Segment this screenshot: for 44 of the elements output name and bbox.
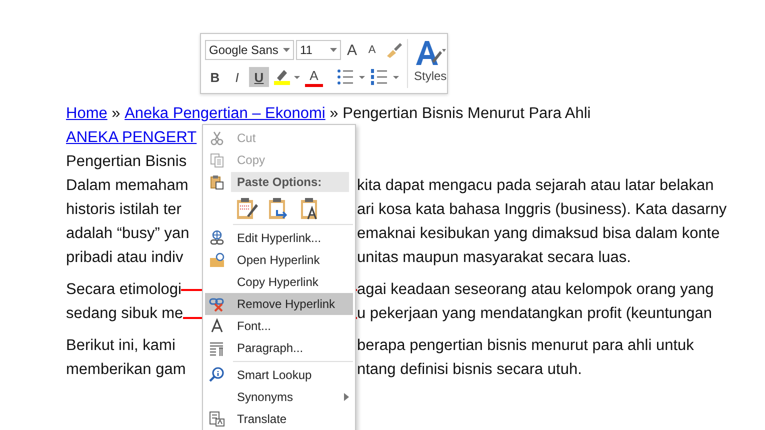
broken-link-icon [209,296,225,312]
caret-icon [330,48,337,52]
clipboard-icon [209,174,225,190]
menu-item[interactable]: Remove Hyperlink [205,293,353,315]
menu-item[interactable]: Paragraph... [205,337,353,359]
styles-button[interactable]: Styles [407,39,447,88]
folder-globe-icon [209,252,225,268]
highlighter-icon[interactable] [273,68,301,86]
menu-section-header: Paste Options: [231,172,349,192]
font-name-dropdown[interactable]: Google Sans [205,40,294,60]
font-color-button[interactable]: A [305,68,323,86]
body-text: Pengertian Bisnis [66,153,187,170]
letter-icon [209,318,225,334]
translate-icon [209,411,225,427]
menu-item[interactable]: Open Hyperlink [205,249,353,271]
paragraph-icon [209,340,225,356]
grow-font-button[interactable]: A [343,40,361,60]
numbered-list-icon[interactable] [371,68,401,86]
bullet-list-icon[interactable] [337,68,367,86]
styles-icon [414,39,446,67]
menu-item[interactable]: Synonyms [205,386,353,408]
breadcrumb-link[interactable]: Home [66,102,108,126]
menu-item[interactable]: Edit Hyperlink... [205,227,353,249]
breadcrumb-separator: » Pengertian Bisnis Menurut Para Ahli [328,104,591,124]
menu-item[interactable]: Smart Lookup [205,364,353,386]
bold-button[interactable]: B [205,67,225,87]
globe-link-icon [209,230,225,246]
font-size-dropdown[interactable]: 11 [296,40,341,60]
breadcrumb-separator: » [110,104,122,124]
search-icon [209,367,225,383]
scissors-icon [209,130,225,146]
menu-item[interactable]: Translate [205,408,353,430]
italic-button[interactable]: I [227,67,247,87]
menu-item[interactable]: Font... [205,315,353,337]
paintbrush-icon[interactable] [385,41,403,59]
shrink-font-button[interactable]: A [363,40,381,60]
copy-icon [209,152,225,168]
menu-item[interactable]: Copy Hyperlink [205,271,353,293]
heading-link[interactable]: ANEKA PENGERT [66,129,197,146]
underline-button[interactable]: U [249,67,269,87]
breadcrumb-link[interactable]: Aneka Pengertian – Ekonomi [124,102,326,126]
caret-icon [283,48,290,52]
submenu-arrow-icon [344,393,349,401]
paste-keep-formatting-icon[interactable] [235,196,259,220]
